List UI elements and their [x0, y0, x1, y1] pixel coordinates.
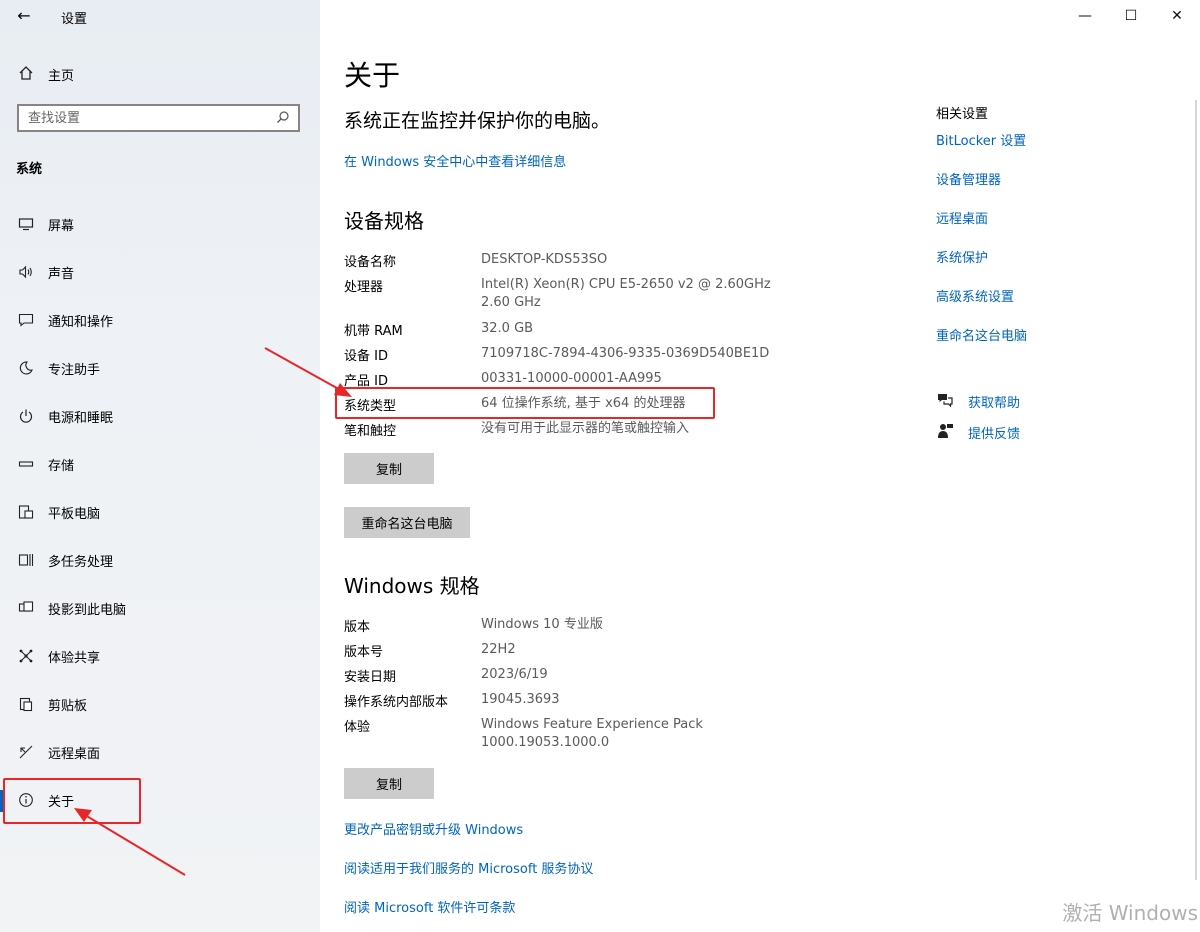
sidebar-item-notifications[interactable]: 通知和操作	[0, 302, 320, 338]
search-box[interactable]	[17, 104, 300, 132]
multitask-icon	[17, 551, 35, 569]
minimize-button[interactable]: —	[1062, 0, 1108, 32]
close-button[interactable]: ✕	[1154, 0, 1200, 32]
bitlocker-link[interactable]: BitLocker 设置	[936, 130, 1026, 149]
sidebar-item-label: 剪贴板	[48, 699, 88, 714]
sidebar-item-label: 存储	[48, 459, 75, 474]
device-manager-link[interactable]: 设备管理器	[936, 169, 1001, 188]
remote-desktop-link[interactable]: 远程桌面	[936, 208, 988, 227]
spec-value: Windows Feature Experience Pack 1000.190…	[481, 717, 703, 750]
page-title: 关于	[344, 59, 401, 92]
spec-key: 设备名称	[344, 255, 397, 270]
feedback-row[interactable]: 提供反馈	[936, 422, 1166, 444]
spec-key: 版本号	[344, 645, 384, 660]
tablet-icon	[17, 503, 35, 521]
moon-icon	[17, 359, 35, 377]
spec-value: 32.0 GB	[481, 321, 534, 336]
spec-value: 19045.3693	[481, 692, 560, 707]
sidebar-item-label: 屏幕	[48, 219, 75, 234]
sidebar-item-screen[interactable]: 屏幕	[0, 206, 320, 242]
sidebar-item-label: 通知和操作	[48, 315, 114, 330]
spec-value: DESKTOP-KDS53SO	[481, 252, 608, 267]
section-label: 系统	[16, 162, 43, 177]
get-help-row[interactable]: 获取帮助	[936, 391, 1166, 413]
spec-key: 处理器	[344, 280, 384, 295]
help-chat-icon	[936, 391, 954, 409]
copy-device-specs-button[interactable]: 复制	[344, 453, 434, 484]
sidebar-item-label: 声音	[48, 267, 75, 282]
sidebar-item-home[interactable]: 主页	[0, 58, 320, 88]
speaker-icon	[17, 263, 35, 281]
annotation-highlight-system-type	[335, 387, 715, 419]
sidebar-item-label: 远程桌面	[48, 747, 101, 762]
message-icon	[17, 311, 35, 329]
maximize-button[interactable]: ☐	[1108, 0, 1154, 32]
spec-value: 22H2	[481, 642, 516, 657]
device-specs-heading: 设备规格	[344, 209, 424, 233]
services-agreement-link[interactable]: 阅读适用于我们服务的 Microsoft 服务协议	[344, 858, 593, 877]
activation-watermark: 激活 Windows	[1062, 901, 1198, 925]
titlebar-left: ← 设置	[0, 0, 320, 32]
windows-specs-heading: Windows 规格	[344, 574, 480, 598]
sidebar-item-remote-desktop[interactable]: 远程桌面	[0, 734, 320, 770]
rename-pc-button[interactable]: 重命名这台电脑	[344, 507, 470, 538]
search-icon[interactable]	[276, 110, 290, 128]
sidebar-item-label: 电源和睡眠	[48, 411, 114, 426]
sidebar-item-label: 主页	[48, 69, 75, 84]
sidebar-item-label: 多任务处理	[48, 555, 114, 570]
power-icon	[17, 407, 35, 425]
rename-pc-link[interactable]: 重命名这台电脑	[936, 325, 1027, 344]
feedback-icon	[936, 422, 954, 440]
spec-value: 2023/6/19	[481, 667, 548, 682]
sidebar-item-label: 投影到此电脑	[48, 603, 127, 618]
spec-key: 机带 RAM	[344, 324, 403, 339]
sidebar: ← 设置 主页 系统 屏幕 声音 通知和操作 专注助手 电源和睡眠 存储	[0, 0, 320, 932]
monitor-icon	[17, 215, 35, 233]
clipboard-icon	[17, 695, 35, 713]
feedback-link[interactable]: 提供反馈	[968, 423, 1020, 442]
copy-windows-specs-button[interactable]: 复制	[344, 768, 434, 799]
sidebar-item-clipboard[interactable]: 剪贴板	[0, 686, 320, 722]
sidebar-item-label: 专注助手	[48, 363, 101, 378]
spec-key: 安装日期	[344, 670, 397, 685]
main-content: — ☐ ✕ 关于 系统正在监控并保护你的电脑。 在 Windows 安全中心中查…	[320, 0, 1200, 932]
sidebar-item-label: 平板电脑	[48, 507, 101, 522]
change-product-key-link[interactable]: 更改产品密钥或升级 Windows	[344, 819, 523, 838]
home-icon	[17, 64, 35, 82]
spec-value: 没有可用于此显示器的笔或触控输入	[481, 421, 690, 436]
app-title: 设置	[61, 12, 88, 27]
spec-value: Windows 10 专业版	[481, 617, 603, 632]
back-button[interactable]: ←	[14, 6, 34, 26]
spec-key: 操作系统内部版本	[344, 695, 449, 710]
search-input[interactable]	[19, 106, 268, 130]
spec-value: 00331-10000-00001-AA995	[481, 371, 662, 386]
sidebar-item-shared-experiences[interactable]: 体验共享	[0, 638, 320, 674]
spec-value: 7109718C-7894-4306-9335-0369D540BE1D	[481, 346, 770, 361]
sidebar-item-label: 体验共享	[48, 651, 101, 666]
sidebar-item-multitasking[interactable]: 多任务处理	[0, 542, 320, 578]
sidebar-item-project[interactable]: 投影到此电脑	[0, 590, 320, 626]
related-settings-title: 相关设置	[936, 107, 989, 122]
spec-key: 笔和触控	[344, 424, 397, 439]
project-icon	[17, 599, 35, 617]
scrollbar[interactable]	[1195, 100, 1197, 880]
spec-key: 体验	[344, 720, 371, 735]
annotation-arrow-system-type	[264, 347, 352, 397]
license-terms-link[interactable]: 阅读 Microsoft 软件许可条款	[344, 897, 515, 916]
remote-icon	[17, 743, 35, 761]
sidebar-item-tablet[interactable]: 平板电脑	[0, 494, 320, 530]
spec-value: Intel(R) Xeon(R) CPU E5-2650 v2 @ 2.60GH…	[481, 277, 771, 310]
advanced-system-settings-link[interactable]: 高级系统设置	[936, 286, 1014, 305]
protection-status: 系统正在监控并保护你的电脑。	[344, 110, 611, 132]
spec-key: 版本	[344, 620, 371, 635]
sidebar-item-storage[interactable]: 存储	[0, 446, 320, 482]
storage-icon	[17, 455, 35, 473]
system-protection-link[interactable]: 系统保护	[936, 247, 988, 266]
share-icon	[17, 647, 35, 665]
sidebar-item-sound[interactable]: 声音	[0, 254, 320, 290]
security-center-link[interactable]: 在 Windows 安全中心中查看详细信息	[344, 151, 566, 170]
get-help-link[interactable]: 获取帮助	[968, 392, 1020, 411]
window-controls: — ☐ ✕	[1062, 0, 1200, 32]
annotation-arrow-about	[74, 808, 186, 876]
